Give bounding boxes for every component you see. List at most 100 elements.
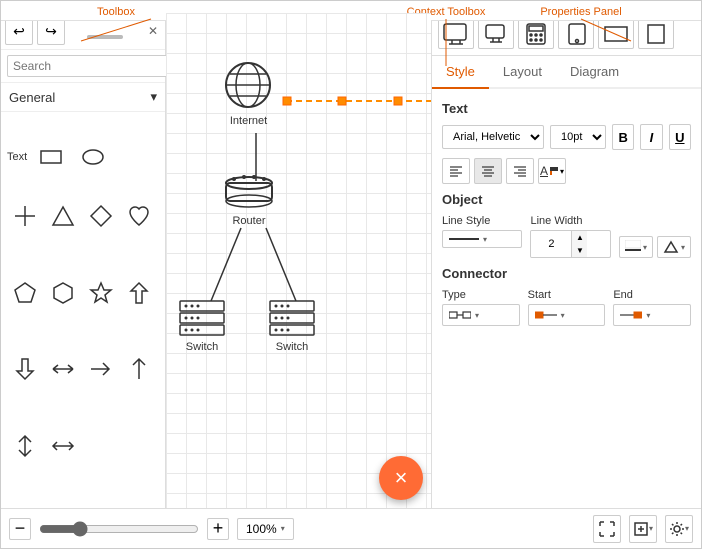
- sidebar-drag-handle[interactable]: [87, 35, 123, 39]
- align-center-button[interactable]: [474, 158, 502, 184]
- tab-diagram[interactable]: Diagram: [556, 56, 633, 89]
- connector-end-chevron-icon: ▾: [646, 311, 650, 320]
- zoom-display[interactable]: 100% ▾: [237, 518, 294, 540]
- canvas-area[interactable]: Internet Router: [166, 13, 431, 508]
- line-width-col: Line Width ▲ ▼: [530, 215, 610, 258]
- line-style-chevron-icon: ▾: [483, 235, 487, 244]
- connector-end-col: End ▾: [613, 289, 691, 326]
- ctx-tablet-tool[interactable]: [558, 19, 594, 49]
- switch1-element[interactable]: Switch: [178, 299, 226, 353]
- chevron-down-color-icon: ▾: [560, 167, 564, 176]
- diamond-shape[interactable]: [83, 198, 119, 234]
- tab-style[interactable]: Style: [432, 56, 489, 89]
- font-family-select[interactable]: Arial, Helvetic: [442, 125, 544, 149]
- line-style-label: Line Style: [442, 215, 522, 227]
- zoom-out-button[interactable]: −: [9, 518, 31, 540]
- line-style-solid-icon: [449, 234, 479, 244]
- right-panel: Style Layout Diagram Text Arial, Helveti…: [431, 13, 701, 508]
- line-color-chevron-icon: ▾: [643, 243, 647, 252]
- line-width-up-button[interactable]: ▲: [571, 231, 587, 244]
- star-shape[interactable]: [83, 275, 119, 311]
- connector-start-label: Start: [528, 289, 606, 301]
- settings-chevron-icon: ▾: [685, 524, 689, 533]
- bold-button[interactable]: B: [612, 124, 634, 150]
- ctx-rectangle-tool[interactable]: [598, 19, 634, 49]
- zoom-value: 100%: [246, 522, 277, 536]
- expand-button[interactable]: [593, 515, 621, 543]
- connector-end-select[interactable]: ▾: [613, 304, 691, 326]
- zoom-chevron-icon: ▾: [281, 524, 285, 533]
- ellipse-shape[interactable]: [75, 139, 111, 175]
- align-row: A ▾: [442, 158, 691, 184]
- font-row: Arial, Helvetic 10pt B I U: [442, 124, 691, 150]
- triangle-shape[interactable]: [45, 198, 81, 234]
- switch2-label: Switch: [276, 341, 308, 353]
- tab-layout[interactable]: Layout: [489, 56, 556, 89]
- arrow-up-thin-shape[interactable]: [121, 351, 157, 387]
- italic-button[interactable]: I: [640, 124, 662, 150]
- connector-type-select[interactable]: ▾: [442, 304, 520, 326]
- fab-close-button[interactable]: ×: [379, 456, 423, 500]
- line-width-input[interactable]: [531, 231, 571, 257]
- internet-element[interactable]: Internet: [221, 58, 276, 127]
- undo-button[interactable]: ↩: [5, 17, 33, 45]
- switch1-icon: [178, 299, 226, 339]
- font-size-select[interactable]: 10pt: [550, 125, 606, 149]
- font-color-button[interactable]: A ▾: [538, 158, 566, 184]
- line-style-col: Line Style ▾: [442, 215, 522, 258]
- line-style-select[interactable]: ▾: [442, 230, 522, 248]
- connector-type-row: Type ▾ Start: [442, 289, 691, 326]
- ctx-calculator-tool[interactable]: [518, 19, 554, 49]
- zoom-slider[interactable]: [39, 521, 199, 537]
- connector-start-col: Start ▾: [528, 289, 606, 326]
- export-chevron-icon: ▾: [649, 524, 653, 533]
- double-arrow-h2-shape[interactable]: [45, 428, 81, 464]
- line-width-down-button[interactable]: ▼: [571, 244, 587, 257]
- arrow-up-shape[interactable]: [121, 275, 157, 311]
- resize-handle[interactable]: [69, 23, 141, 39]
- line-width-input-group: ▲ ▼: [530, 230, 610, 258]
- connector-type-chevron-icon: ▾: [475, 311, 479, 320]
- right-arrow-shape[interactable]: [83, 351, 119, 387]
- properties-panel-annotation-label: Properties Panel: [540, 6, 621, 18]
- ctx-square-tool[interactable]: [638, 19, 674, 49]
- ctx-monitor-tool[interactable]: [438, 19, 474, 49]
- settings-button[interactable]: ▾: [665, 515, 693, 543]
- canvas-grid: Internet Router: [166, 13, 431, 508]
- expand-icon: [599, 521, 615, 537]
- font-color-icon: A: [540, 164, 548, 178]
- switch2-element[interactable]: Switch: [268, 299, 316, 353]
- cross-shape[interactable]: [7, 198, 43, 234]
- router-element[interactable]: Router: [224, 171, 274, 227]
- hexagon-shape[interactable]: [45, 275, 81, 311]
- text-shape-label: Text: [7, 151, 27, 163]
- export-icon: [633, 521, 649, 537]
- fill-color-button[interactable]: ▾: [657, 236, 691, 258]
- line-color-button[interactable]: ▾: [619, 236, 653, 258]
- align-right-button[interactable]: [506, 158, 534, 184]
- line-width-spinners: ▲ ▼: [571, 231, 587, 257]
- text-section-title: Text: [442, 101, 691, 116]
- sidebar-close-button[interactable]: ✕: [145, 23, 161, 39]
- export-button[interactable]: ▾: [629, 515, 657, 543]
- properties-tabs: Style Layout Diagram: [432, 56, 701, 89]
- redo-button[interactable]: ↪: [37, 17, 65, 45]
- object-section-title: Object: [442, 192, 691, 207]
- connector-start-select[interactable]: ▾: [528, 304, 606, 326]
- router-icon: [224, 171, 274, 213]
- connector-section-title: Connector: [442, 266, 691, 281]
- underline-button[interactable]: U: [669, 124, 691, 150]
- zoom-in-button[interactable]: +: [207, 518, 229, 540]
- canvas-connections: [166, 13, 431, 508]
- ctx-monitor-small-tool[interactable]: [478, 19, 514, 49]
- double-arrow-v-shape[interactable]: [7, 428, 43, 464]
- rectangle-shape[interactable]: [33, 139, 69, 175]
- search-input[interactable]: [7, 55, 174, 77]
- heart-shape[interactable]: [121, 198, 157, 234]
- align-left-button[interactable]: [442, 158, 470, 184]
- arrow-down-shape[interactable]: [7, 351, 43, 387]
- category-header[interactable]: General ▾: [1, 83, 165, 112]
- fab-close-icon: ×: [395, 465, 408, 491]
- pentagon-shape[interactable]: [7, 275, 43, 311]
- double-arrow-h-shape[interactable]: [45, 351, 81, 387]
